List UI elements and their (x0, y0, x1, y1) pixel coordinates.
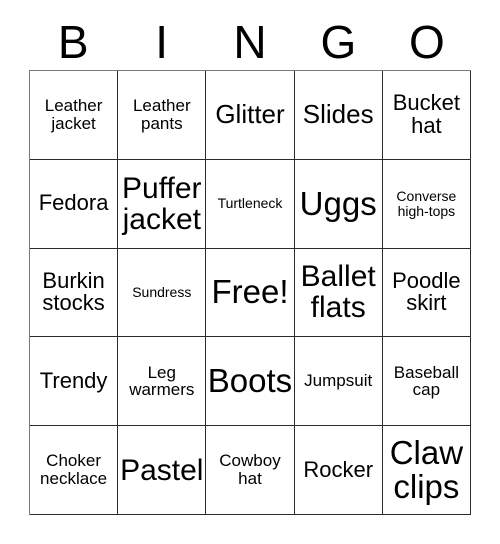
bingo-cell-label: Uggs (299, 184, 377, 222)
bingo-cell[interactable]: Ballet flats (294, 248, 383, 338)
bingo-cell-label: Sundress (132, 284, 192, 301)
bingo-cell[interactable]: Boots (206, 337, 295, 427)
bingo-cell[interactable]: Burkin stocks (30, 248, 119, 338)
bingo-cell[interactable]: Trendy (30, 337, 119, 427)
bingo-cell-label: Pastel (120, 453, 204, 487)
bingo-cell[interactable]: Baseball cap (382, 337, 471, 427)
bingo-cell-label: Fedora (38, 190, 109, 216)
bingo-header-letter-b: B (57, 16, 89, 68)
bingo-cell-label: Claw clips (389, 433, 464, 506)
bingo-cell-label: Glitter (215, 99, 285, 130)
bingo-cell[interactable]: Leg warmers (118, 337, 207, 427)
bingo-cell-label: Boots (207, 362, 293, 400)
bingo-header-letter-o: O (408, 16, 445, 68)
bingo-cell[interactable]: Choker necklace (30, 426, 119, 515)
bingo-cell-label: Poodle skirt (392, 267, 461, 316)
bingo-grid: Leather jacket Leather pants Glitter Slides… (29, 70, 471, 515)
bingo-cell[interactable]: Uggs (294, 159, 383, 249)
bingo-cell[interactable]: Jumpsuit (294, 337, 383, 427)
bingo-cell-label: Bucket hat (392, 90, 461, 138)
bingo-cell[interactable]: Fedora (30, 159, 119, 249)
bingo-cell[interactable]: Pastel (118, 426, 207, 515)
bingo-cell-label: Jumpsuit (304, 371, 373, 391)
bingo-header-letter-g: G (320, 16, 357, 68)
bingo-cell[interactable]: Rocker (294, 426, 383, 515)
bingo-cell-label: Cowboy hat (219, 451, 281, 489)
bingo-cell[interactable]: Puffer jacket (118, 159, 207, 249)
bingo-cell-label: Free! (211, 273, 289, 311)
bingo-cell-label: Turtleneck (217, 195, 283, 212)
bingo-cell-label: Ballet flats (300, 260, 376, 325)
bingo-cell[interactable]: Cowboy hat (206, 426, 295, 515)
bingo-cell[interactable]: Bucket hat (382, 71, 471, 160)
bingo-header-letter-i: I (155, 16, 168, 68)
bingo-cell-label: Choker necklace (40, 451, 108, 489)
bingo-cell[interactable]: Claw clips (382, 426, 471, 515)
bingo-cell[interactable]: Poodle skirt (382, 248, 471, 338)
bingo-cell-label: Baseball cap (393, 362, 459, 400)
bingo-cell-label: Leather pants (132, 96, 191, 133)
bingo-cell-label: Burkin stocks (42, 267, 105, 316)
bingo-card: B I N G O Leather jacket Leather pants Gli… (0, 0, 500, 544)
bingo-cell-label: Leather jacket (44, 96, 103, 133)
bingo-cell-label: Slides (302, 99, 374, 130)
bingo-cell[interactable]: Leather jacket (30, 71, 119, 160)
bingo-cell-label: Converse high-tops (396, 188, 457, 219)
bingo-cell[interactable]: Slides (294, 71, 383, 160)
bingo-cell-label: Leg warmers (129, 362, 195, 400)
bingo-cell[interactable]: Sundress (118, 248, 207, 338)
bingo-cell-label: Trendy (39, 367, 108, 393)
bingo-header-letter-n: N (233, 16, 267, 68)
bingo-free-space[interactable]: Free! (206, 248, 295, 338)
bingo-cell[interactable]: Converse high-tops (382, 159, 471, 249)
bingo-cell-label: Puffer jacket (122, 171, 202, 236)
bingo-header-row: B I N G O (29, 14, 471, 70)
bingo-cell[interactable]: Leather pants (118, 71, 207, 160)
bingo-cell[interactable]: Glitter (206, 71, 295, 160)
bingo-cell-label: Rocker (303, 456, 374, 482)
bingo-cell[interactable]: Turtleneck (206, 159, 295, 249)
